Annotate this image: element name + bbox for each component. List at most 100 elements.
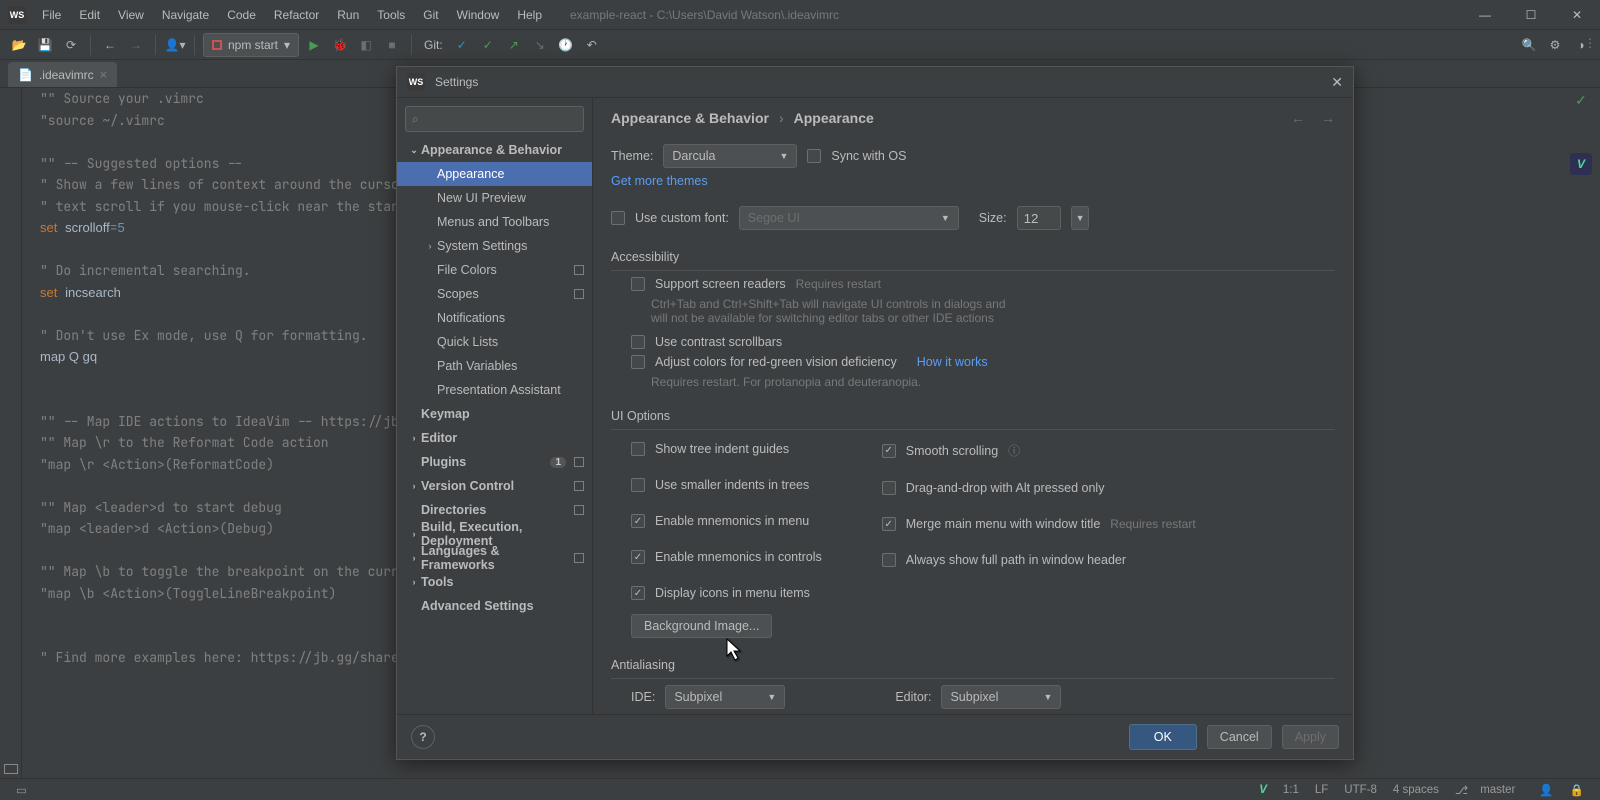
run-icon[interactable]: ▶ [303, 34, 325, 56]
back-icon[interactable]: ← [99, 34, 121, 56]
tree-guides-checkbox[interactable] [631, 442, 645, 456]
aa-ide-select[interactable]: Subpixel▼ [665, 685, 785, 709]
menu-code[interactable]: Code [219, 4, 264, 26]
tree-appearance-behavior[interactable]: ⌄Appearance & Behavior [397, 138, 592, 162]
ide-settings-icon[interactable]: ⚙ [1544, 34, 1566, 56]
inspection-ok-icon[interactable]: ✓ [1575, 92, 1587, 109]
tree-tools[interactable]: ›Tools [397, 570, 592, 594]
merge-menu-checkbox[interactable] [882, 517, 896, 531]
crumb-parent[interactable]: Appearance & Behavior [611, 110, 769, 126]
sync-os-checkbox[interactable] [807, 149, 821, 163]
git-clock-icon[interactable]: 🕐 [555, 34, 577, 56]
tab-ideavimrc[interactable]: 📄 .ideavimrc × [8, 62, 117, 87]
theme-select[interactable]: Darcula▼ [663, 144, 797, 168]
menu-window[interactable]: Window [449, 4, 508, 26]
caret-position[interactable]: 1:1 [1283, 784, 1299, 796]
settings-search-input[interactable]: ⌕ [405, 106, 584, 132]
tree-path-variables[interactable]: Path Variables [397, 354, 592, 378]
adjust-colors-checkbox[interactable] [631, 355, 645, 369]
menu-tools[interactable]: Tools [369, 4, 413, 26]
tree-quick-lists[interactable]: Quick Lists [397, 330, 592, 354]
lock-icon[interactable]: 🔒 [1570, 783, 1584, 797]
tree-editor[interactable]: ›Editor [397, 426, 592, 450]
screen-readers-checkbox[interactable] [631, 277, 645, 291]
tree-directories[interactable]: Directories [397, 498, 592, 522]
git-push-icon[interactable]: ↗ [503, 34, 525, 56]
codewithme-icon[interactable]: 👤▾ [164, 34, 186, 56]
background-image-button[interactable]: Background Image... [631, 614, 772, 638]
tree-build[interactable]: ›Build, Execution, Deployment [397, 522, 592, 546]
full-path-checkbox[interactable] [882, 553, 896, 567]
crumb-forward-icon[interactable]: → [1321, 110, 1335, 126]
ideavim-icon[interactable]: V [1570, 153, 1592, 175]
contrast-sb-checkbox[interactable] [631, 335, 645, 349]
stop-icon[interactable]: ■ [381, 34, 403, 56]
smaller-indents-checkbox[interactable] [631, 478, 645, 492]
tree-vcs[interactable]: ›Version Control [397, 474, 592, 498]
git-history-icon[interactable]: ↘ [529, 34, 551, 56]
apply-button[interactable]: Apply [1282, 725, 1339, 749]
smooth-scroll-checkbox[interactable] [882, 444, 896, 458]
minimize-button[interactable]: — [1462, 0, 1508, 30]
help-button[interactable]: ? [411, 725, 435, 749]
tool-window-icon[interactable] [4, 764, 18, 774]
close-window-button[interactable]: ✕ [1554, 0, 1600, 30]
menu-file[interactable]: File [34, 4, 69, 26]
git-rollback-icon[interactable]: ↶ [581, 34, 603, 56]
git-branch[interactable]: ⎇ master [1455, 783, 1523, 797]
tool-windows-icon[interactable]: ▭ [16, 783, 27, 797]
aa-editor-select[interactable]: Subpixel▼ [941, 685, 1061, 709]
menu-navigate[interactable]: Navigate [154, 4, 217, 26]
inspection-icon[interactable]: 👤 [1539, 783, 1553, 797]
font-size-stepper[interactable]: ▼ [1071, 206, 1089, 230]
tree-file-colors[interactable]: File Colors [397, 258, 592, 282]
menu-edit[interactable]: Edit [71, 4, 108, 26]
font-size-input[interactable] [1017, 206, 1061, 230]
maximize-button[interactable]: ☐ [1508, 0, 1554, 30]
encoding[interactable]: UTF-8 [1344, 784, 1377, 796]
dialog-close-icon[interactable]: ✕ [1331, 74, 1343, 91]
get-themes-link[interactable]: Get more themes [611, 174, 708, 188]
tree-notifications[interactable]: Notifications [397, 306, 592, 330]
refresh-icon[interactable]: ⟳ [60, 34, 82, 56]
git-commit-icon[interactable]: ✓ [477, 34, 499, 56]
info-icon[interactable]: ⓘ [1008, 442, 1020, 459]
tree-plugins[interactable]: Plugins1 [397, 450, 592, 474]
mnemonics-controls-checkbox[interactable] [631, 550, 645, 564]
save-icon[interactable]: 💾 [34, 34, 56, 56]
mnemonics-menu-checkbox[interactable] [631, 514, 645, 528]
menu-run[interactable]: Run [329, 4, 367, 26]
tree-appearance[interactable]: Appearance [397, 162, 592, 186]
tree-scopes[interactable]: Scopes [397, 282, 592, 306]
custom-font-checkbox[interactable] [611, 211, 625, 225]
dnd-alt-checkbox[interactable] [882, 481, 896, 495]
run-config-selector[interactable]: npm start ▾ [203, 33, 299, 57]
overflow-menu-icon[interactable]: ⋮ [1584, 36, 1596, 50]
menu-help[interactable]: Help [509, 4, 550, 26]
tree-new-ui[interactable]: New UI Preview [397, 186, 592, 210]
coverage-icon[interactable]: ◧ [355, 34, 377, 56]
ideavim-status-icon[interactable]: V [1259, 784, 1267, 796]
menu-view[interactable]: View [110, 4, 152, 26]
menu-refactor[interactable]: Refactor [266, 4, 327, 26]
debug-icon[interactable]: 🐞 [329, 34, 351, 56]
tree-keymap[interactable]: Keymap [397, 402, 592, 426]
search-icon[interactable]: 🔍 [1518, 34, 1540, 56]
tab-close-icon[interactable]: × [100, 67, 108, 82]
line-ending[interactable]: LF [1315, 784, 1328, 796]
open-icon[interactable]: 📂 [8, 34, 30, 56]
ok-button[interactable]: OK [1129, 724, 1197, 750]
forward-icon[interactable]: → [125, 34, 147, 56]
menu-git[interactable]: Git [415, 4, 446, 26]
icons-menu-checkbox[interactable] [631, 586, 645, 600]
crumb-back-icon[interactable]: ← [1291, 110, 1305, 126]
tree-system-settings[interactable]: ›System Settings [397, 234, 592, 258]
tree-menus-toolbars[interactable]: Menus and Toolbars [397, 210, 592, 234]
how-it-works-link[interactable]: How it works [917, 355, 988, 369]
indent-info[interactable]: 4 spaces [1393, 784, 1439, 796]
git-update-icon[interactable]: ✓ [451, 34, 473, 56]
font-select[interactable]: Segoe UI▼ [739, 206, 959, 230]
tree-presentation-assistant[interactable]: Presentation Assistant [397, 378, 592, 402]
tree-langs[interactable]: ›Languages & Frameworks [397, 546, 592, 570]
tree-advanced[interactable]: Advanced Settings [397, 594, 592, 618]
